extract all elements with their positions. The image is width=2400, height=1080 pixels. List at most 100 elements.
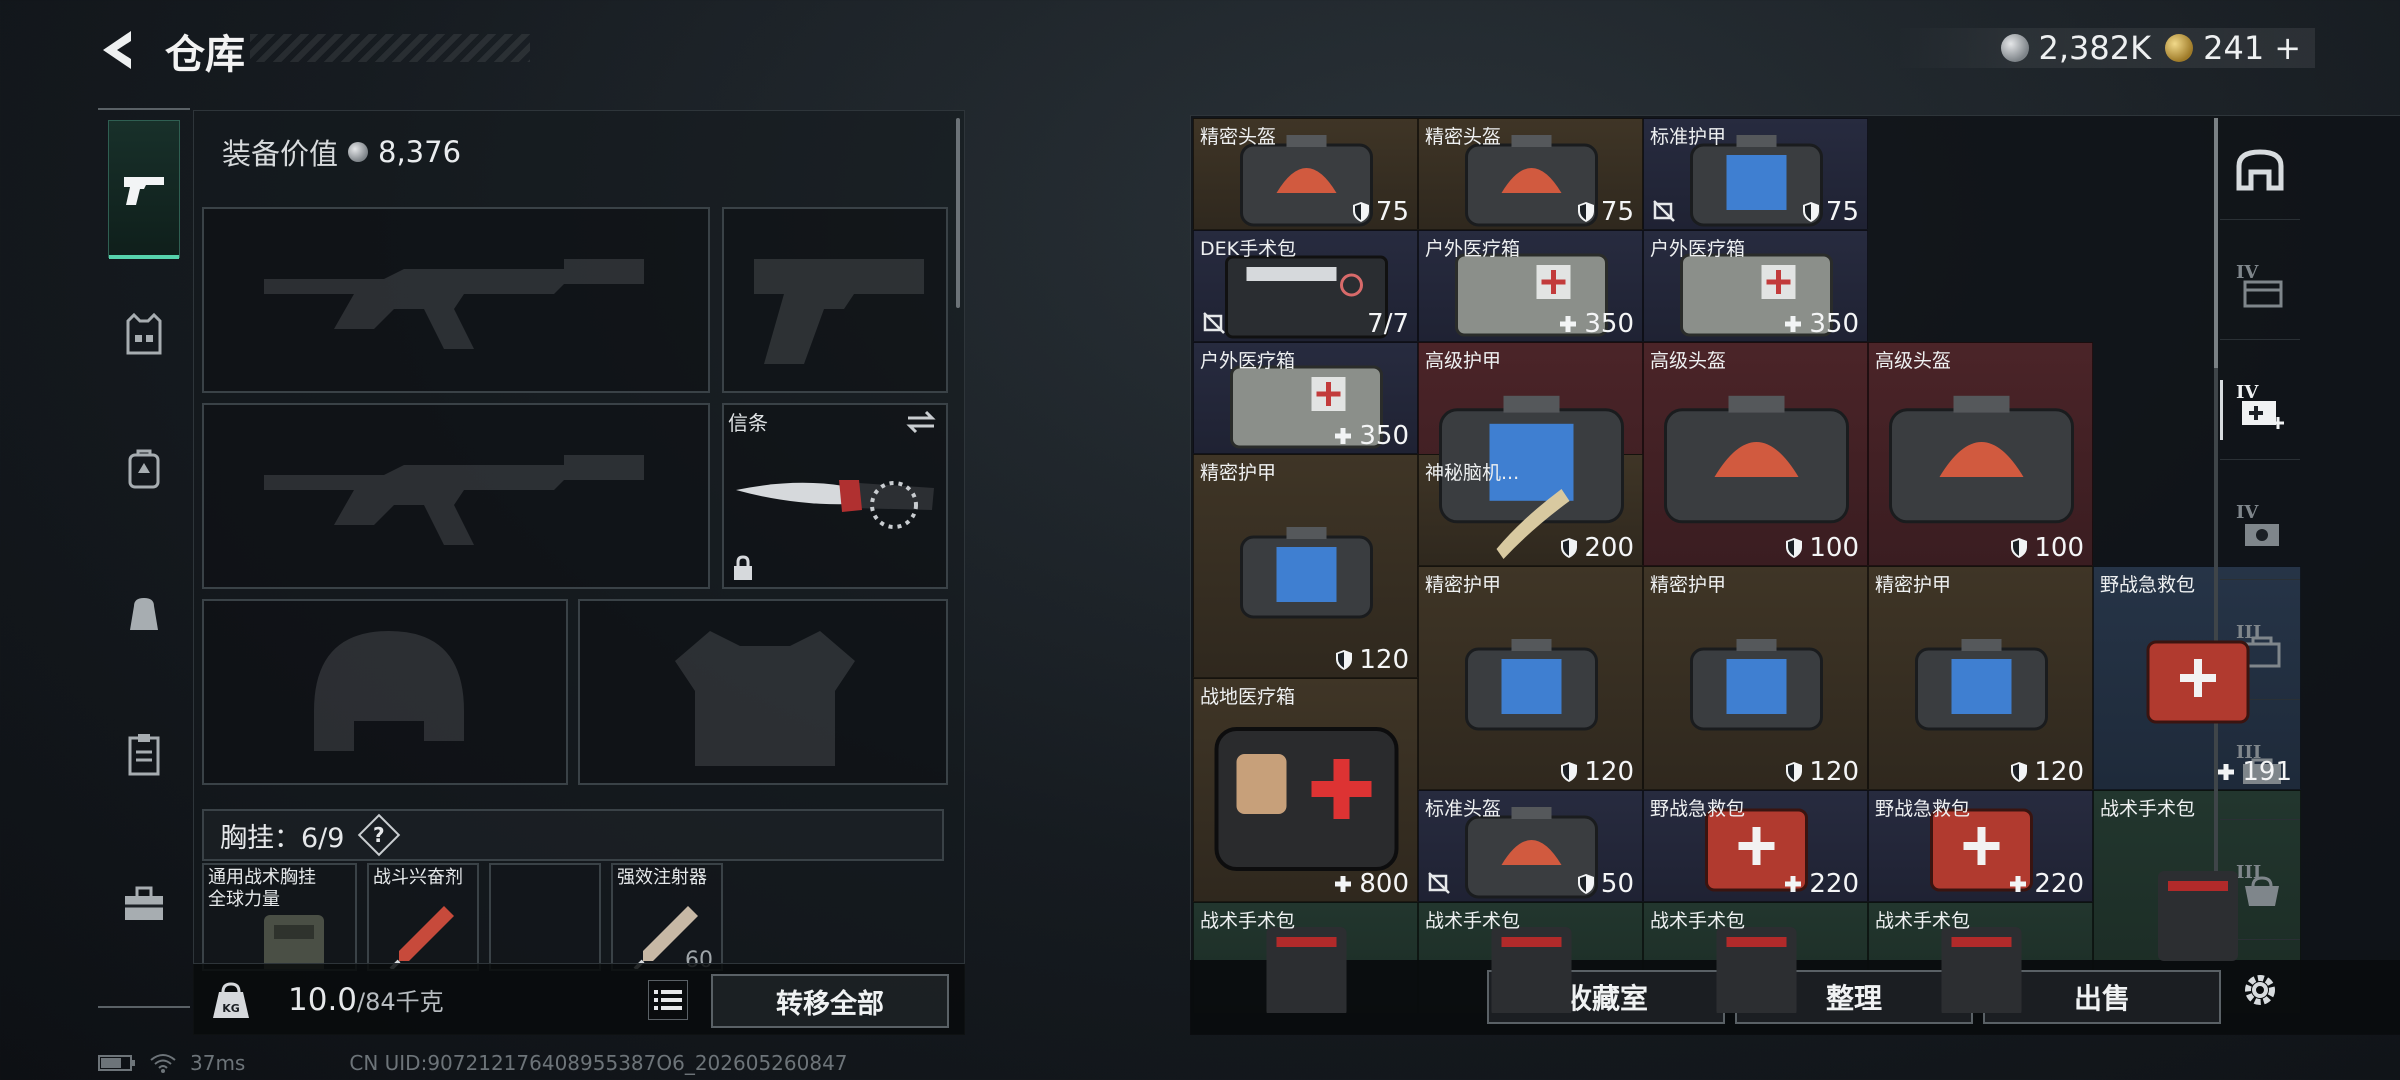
item-value: 75 [1577,197,1634,227]
injector-slot[interactable]: 强效注射器 60 [611,863,723,971]
item-value: 7/7 [1367,309,1409,339]
help-button[interactable]: ? [358,813,401,857]
item-value-text: 350 [1809,309,1859,339]
helmet-slot[interactable] [202,599,568,785]
storage-item[interactable]: 户外医疗箱 350 [1193,342,1418,454]
plus-icon [1785,316,1802,332]
nav-toolbox[interactable] [108,868,180,940]
weight-capacity: /84千克 [357,988,444,1016]
item-value-text: 350 [1584,309,1634,339]
vest-icon [126,313,162,355]
armor-slot[interactable] [578,599,948,785]
plus-icon [1785,876,1802,892]
shield-icon [1336,650,1353,670]
tactical-surgical-kit-icon [2158,871,2238,961]
storage-item[interactable]: 战术手术包 [1193,902,1418,1014]
secondary-weapon-slot[interactable] [202,403,710,589]
sidearm-slot[interactable] [722,207,948,393]
chest-rig-slot[interactable]: 通用战术胸挂 全球力量 [202,863,357,971]
storage-item[interactable]: DEK手术包 7/7 [1193,230,1418,342]
item-name: 高级头盔 [1875,350,1952,372]
item-name: 户外医疗箱 [1650,238,1746,260]
storage-item[interactable]: 战地医疗箱 800 [1193,678,1418,902]
storage-scrollbar-thumb[interactable] [2214,118,2218,368]
item-name: 野战急救包 [1650,798,1746,820]
item-name: 精密头盔 [1200,126,1277,148]
item-value: 100 [2010,533,2084,563]
storage-item[interactable]: 高级头盔 100 [1868,342,2093,566]
tab-medkit-iv[interactable]: IV [2220,360,2300,460]
tab-camera-iv[interactable]: IV [2220,480,2300,580]
item-name: 标准头盔 [1425,798,1502,820]
storage-item[interactable]: 户外医疗箱 350 [1418,230,1643,342]
transfer-all-button[interactable]: 转移全部 [711,974,949,1028]
storage-item[interactable]: 战术手术包 [1868,902,2093,1014]
storage-item[interactable]: 精密护甲 120 [1868,566,2093,790]
toolbox-icon [125,886,163,920]
item-name: 高级护甲 [1425,350,1502,372]
storage-item[interactable]: 战术手术包 [1418,902,1643,1014]
nav-armor[interactable] [108,298,180,370]
item-name: 户外医疗箱 [1200,350,1296,372]
stimulant-slot[interactable]: 战斗兴奋剂 [367,863,479,971]
storage-item[interactable]: 野战急救包 220 [1643,790,1868,902]
weight-text: 10.0/84千克 [288,982,444,1018]
item-value-text: 120 [1359,645,1409,675]
empty-slot[interactable] [489,863,601,971]
gold-currency[interactable]: 241 + [2165,29,2301,67]
back-button[interactable] [95,25,145,75]
melee-slot[interactable]: 信条 [722,403,948,589]
storage-item[interactable]: 标准头盔 50 [1418,790,1643,902]
silver-currency: 2,382K [2000,29,2152,67]
storage-item[interactable]: 战术手术包 [1643,902,1868,1014]
nav-backpack[interactable] [108,433,180,505]
item-value: 350 [1558,309,1634,339]
svg-text:KG: KG [222,1002,240,1015]
list-view-button[interactable] [648,980,688,1020]
item-name: 高级头盔 [1650,350,1727,372]
item-value: 120 [2010,757,2084,787]
storage-item[interactable]: 精密护甲 120 [1193,454,1418,678]
plus-icon [2218,764,2235,780]
item-value-text: 100 [1809,533,1859,563]
storage-item[interactable]: 精密头盔 75 [1193,118,1418,230]
storage-item[interactable]: 精密头盔 75 [1418,118,1643,230]
swap-icon[interactable] [904,409,938,435]
storage-item[interactable]: 野战急救包 220 [1868,790,2093,902]
tab-vault[interactable] [2220,120,2300,220]
shield-icon [1561,538,1578,558]
syringe-icon [389,906,454,969]
item-value: 120 [1335,645,1409,675]
storage-item[interactable]: 野战急救包 191 [2093,566,2301,790]
item-name: 户外医疗箱 [1425,238,1521,260]
chest-rig-icon [264,915,324,969]
no-insure-badge [1202,311,1226,335]
item-value-text: 7/7 [1367,309,1409,339]
ping-text: 37ms [190,1051,246,1075]
item-name: 精密头盔 [1425,126,1502,148]
item-name: 野战急救包 [2100,574,2196,596]
item-value: 50 [1577,869,1634,899]
gold-coin-icon [2165,34,2194,62]
storage-item[interactable]: 户外医疗箱 350 [1643,230,1868,342]
tab-container-iv[interactable]: IV [2220,240,2300,340]
storage-item[interactable]: 高级头盔 100 [1643,342,1868,566]
item-name: 精密护甲 [1875,574,1952,596]
no-insure-badge [1652,199,1676,223]
shield-icon [1561,762,1578,782]
nav-weapons[interactable] [108,120,180,259]
storage-item[interactable]: 精密护甲 120 [1418,566,1643,790]
equipment-scrollbar[interactable] [956,118,960,308]
storage-item[interactable]: 精密护甲 120 [1643,566,1868,790]
item-value: 120 [1560,757,1634,787]
storage-item[interactable]: 标准护甲 75 [1643,118,1868,230]
silver-coin-icon [348,142,369,162]
nav-pouch[interactable] [108,578,180,650]
silver-amount: 2,382K [2038,29,2152,67]
gold-add-button[interactable]: + [2274,29,2301,67]
nav-clipboard[interactable] [108,718,180,790]
primary-weapon-slot[interactable] [202,207,710,393]
pouch-icon [130,598,158,630]
storage-item[interactable]: 战术手术包 [2093,790,2301,1014]
helmet-silhouette-icon [314,631,464,751]
